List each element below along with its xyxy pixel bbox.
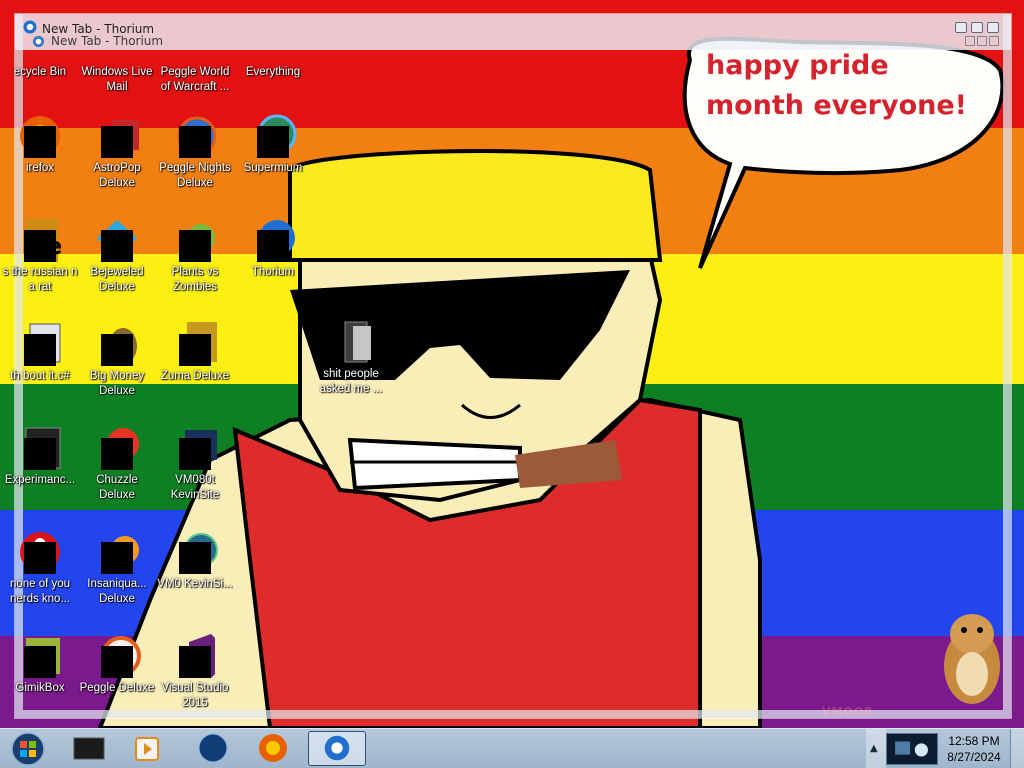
maximize-button[interactable] [971,22,983,33]
peggle-wow-icon [171,16,219,64]
desktop-icon-label: Peggle Deluxe [79,682,155,694]
desktop-icon-supermium[interactable]: Supermium [233,112,313,176]
supermium-icon [249,112,297,160]
desktop-icon-gimikbox[interactable]: GimikBox [0,632,80,696]
desktop-icon-label: Peggle World of Warcraft ... [160,66,230,93]
desktop-icon-label: Thorium [251,266,295,278]
opera-icon [16,528,64,576]
everything-search-icon [249,16,297,64]
desktop-icon-label: Windows Live Mail [81,66,153,93]
tray-expand-icon[interactable]: ▲ [870,743,878,754]
globe-app-icon[interactable] [184,731,242,766]
desktop-icon-vm080t[interactable]: VM080t KevinSite [155,424,235,503]
windows-start-orb[interactable] [4,730,50,768]
desktop-icon-label: Zuma Deluxe [160,370,230,382]
desktop-icon-label: s the russian n a rat [2,266,78,293]
desktop-icon-label: Plants vs Zombies [171,266,219,293]
mail-icon [93,16,141,64]
clock-time[interactable]: 12:58 PM [944,734,1004,748]
folder-icon [327,318,375,366]
desktop-icon-peggle-nights[interactable]: Peggle Nights Deluxe [155,112,235,191]
vm-globe-icon [171,528,219,576]
minimize-button[interactable] [955,22,967,33]
desktop-icon-recycle-bin[interactable]: ecycle Bin [0,16,80,80]
desktop-icon-label: Supermium [243,162,303,174]
desktop-icon-label: Peggle Nights Deluxe [159,162,231,189]
desktop-icon-astropop[interactable]: AstroPop Deluxe [77,112,157,191]
desktop-icon-label: shit people asked me ... [319,368,383,395]
desktop-icon-plants-vs-zombies[interactable]: Plants vs Zombies [155,216,235,295]
media-player-app-icon[interactable] [118,731,176,766]
firefox-icon [16,112,64,160]
cmd-app-icon[interactable] [60,731,118,766]
desktop-icon-label: Everything [245,66,301,78]
desktop-icon-label: Experimanc... [4,474,76,486]
insaniquarium-icon [93,528,141,576]
desktop-icon-label: irefox [25,162,55,174]
peggle-nights-icon [171,112,219,160]
bejeweled-icon [93,216,141,264]
astropop-icon [93,112,141,160]
desktop-icon-chuzzle[interactable]: Chuzzle Deluxe [77,424,157,503]
taskbar: ▲ 12:58 PM 8/27/2024 [0,728,1024,768]
vm-icon [171,424,219,472]
desktop-icon-russian[interactable]: e s the russian n a rat [0,216,80,295]
inner-minimize-button[interactable] [965,36,975,46]
desktop-icon-folder[interactable]: shit people asked me ... [311,318,391,397]
desktop-icon-big-money[interactable]: Big Money Deluxe [77,320,157,399]
desktop-icon-label: Big Money Deluxe [89,370,145,397]
desktop-icon-label: none of you nerds kno... [9,578,71,605]
desktop-icon-peggle-wow[interactable]: Peggle World of Warcraft ... [155,16,235,95]
performance-icon [16,424,64,472]
desktop-icon-none-of-you[interactable]: none of you nerds kno... [0,528,80,607]
desktop-icon-performance[interactable]: Experimanc... [0,424,80,488]
desktop-icon-visual-studio[interactable]: Visual Studio 2015 [155,632,235,711]
desktop-icon-label: AstroPop Deluxe [93,162,141,189]
close-button[interactable] [987,22,999,33]
big-money-icon [93,320,141,368]
desktop-icon-peggle-deluxe[interactable]: Peggle Deluxe [77,632,157,696]
clock-date[interactable]: 8/27/2024 [944,750,1004,764]
file-icon [16,320,64,368]
desktop-icon-label: GimikBox [15,682,65,694]
inner-close-button[interactable] [989,36,999,46]
desktop-icon-vm0-kevinsite[interactable]: VM0 KevinSi... [155,528,235,592]
desktop-icon-label: Visual Studio 2015 [161,682,229,709]
desktop-icon-everything[interactable]: Everything [233,16,313,80]
desktop-icon-bout[interactable]: th bout it.c# [0,320,80,384]
gimikbox-icon [16,632,64,680]
desktop-icon-label: Chuzzle Deluxe [96,474,138,501]
thorium-icon [249,216,297,264]
desktop-icon-windows-live-mail[interactable]: Windows Live Mail [77,16,157,95]
plants-vs-zombies-icon [171,216,219,264]
desktop-icon-label: ecycle Bin [13,66,67,78]
document-icon: e [16,216,64,264]
thorium-app-icon[interactable] [308,731,366,766]
show-desktop-button[interactable] [1010,729,1024,768]
inner-maximize-button[interactable] [977,36,987,46]
desktop-icon-label: VM0 KevinSi... [157,578,233,590]
chuzzle-icon [93,424,141,472]
desktop-icon-bejeweled[interactable]: Bejeweled Deluxe [77,216,157,295]
desktop-icon-label: Insaniqua... Deluxe [87,578,147,605]
desktop-icon-firefox[interactable]: irefox [0,112,80,176]
desktop-icon-label: Bejeweled Deluxe [90,266,144,293]
desktop-icon-zuma[interactable]: Zuma Deluxe [155,320,235,384]
visual-studio-icon [171,632,219,680]
desktop-icon-thorium[interactable]: Thorium [233,216,313,280]
desktop-icon-label: th bout it.c# [10,370,70,382]
firefox-app-icon[interactable] [244,731,302,766]
network-tray-icon[interactable] [886,733,938,765]
desktop-icon-label: VM080t KevinSite [170,474,220,501]
desktop-icon-insaniquarium[interactable]: Insaniqua... Deluxe [77,528,157,607]
recycle-bin-icon [16,16,64,64]
zuma-icon [171,320,219,368]
peggle-icon [93,632,141,680]
